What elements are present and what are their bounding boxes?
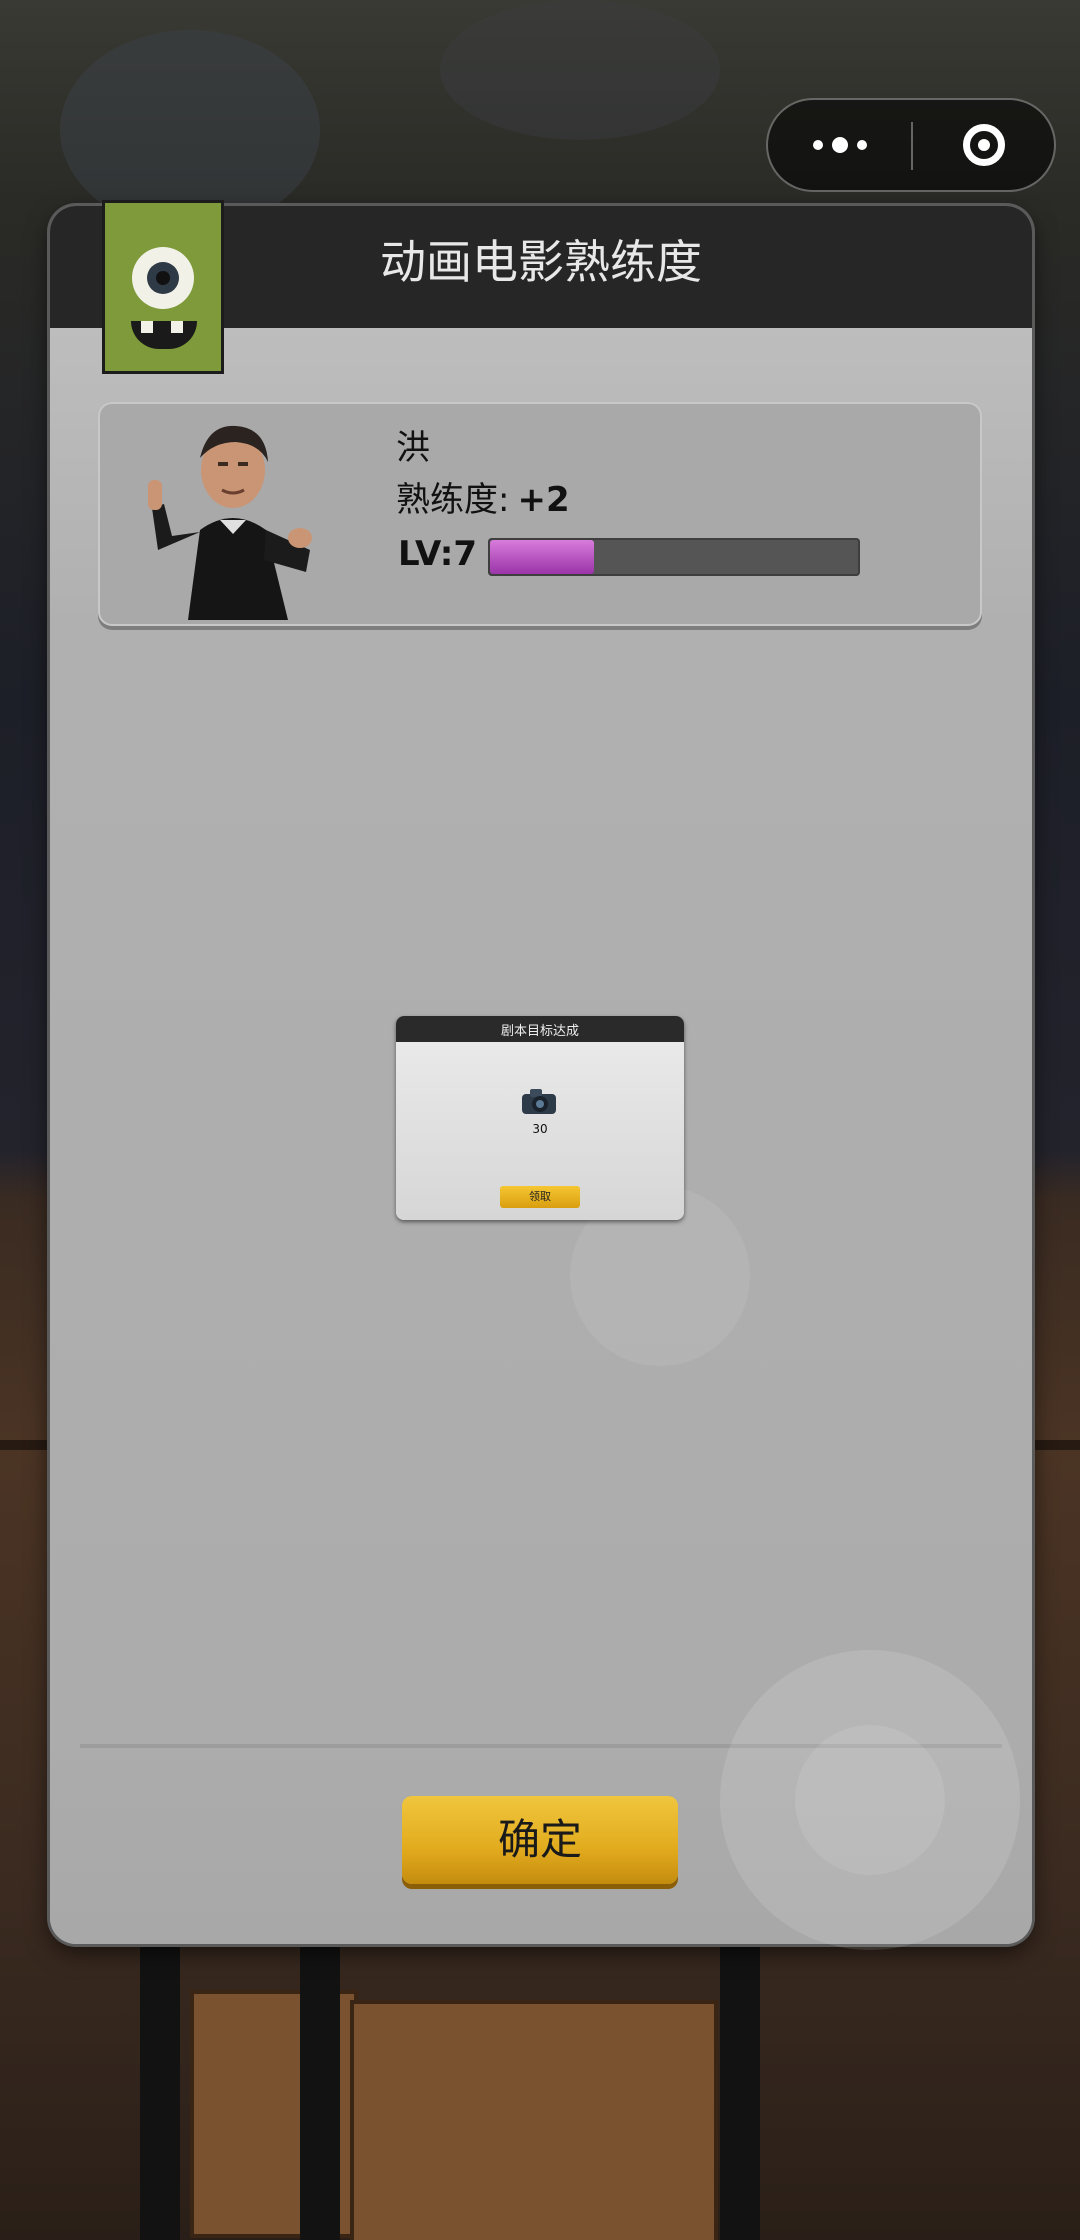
mini-popup-title: 剧本目标达成 (500, 1024, 579, 1039)
character-portrait (148, 425, 312, 620)
proficiency-label: 熟练度: (396, 480, 510, 520)
character-name: 洪 (396, 428, 430, 468)
level-progress-fill (490, 540, 595, 574)
miniprogram-capsule (766, 98, 1056, 192)
background-blob (440, 0, 720, 140)
level-progress-bar (488, 538, 860, 576)
proficiency-value: +2 (517, 480, 570, 520)
background-post (720, 1920, 760, 2240)
background-post (140, 1920, 180, 2240)
claim-button[interactable]: 领取 (500, 1186, 580, 1208)
level-label: LV:7 (398, 534, 478, 574)
floating-assist-button[interactable] (720, 1650, 1020, 1950)
proficiency-row: 熟练度: +2 (396, 472, 570, 521)
reward-count: 30 (532, 1122, 548, 1136)
camera-icon (522, 1089, 556, 1114)
background-post (300, 1920, 340, 2240)
confirm-button[interactable]: 确定 (402, 1796, 678, 1884)
close-target-icon[interactable] (912, 100, 1056, 190)
more-dots-icon[interactable] (768, 100, 912, 190)
background-crate (350, 2000, 718, 2240)
mini-reward-popup: 剧本目标达成 30 领取 (396, 1016, 684, 1220)
monster-eye-badge-icon (102, 200, 224, 374)
character-card: 洪 熟练度: +2 LV:7 (98, 402, 982, 626)
